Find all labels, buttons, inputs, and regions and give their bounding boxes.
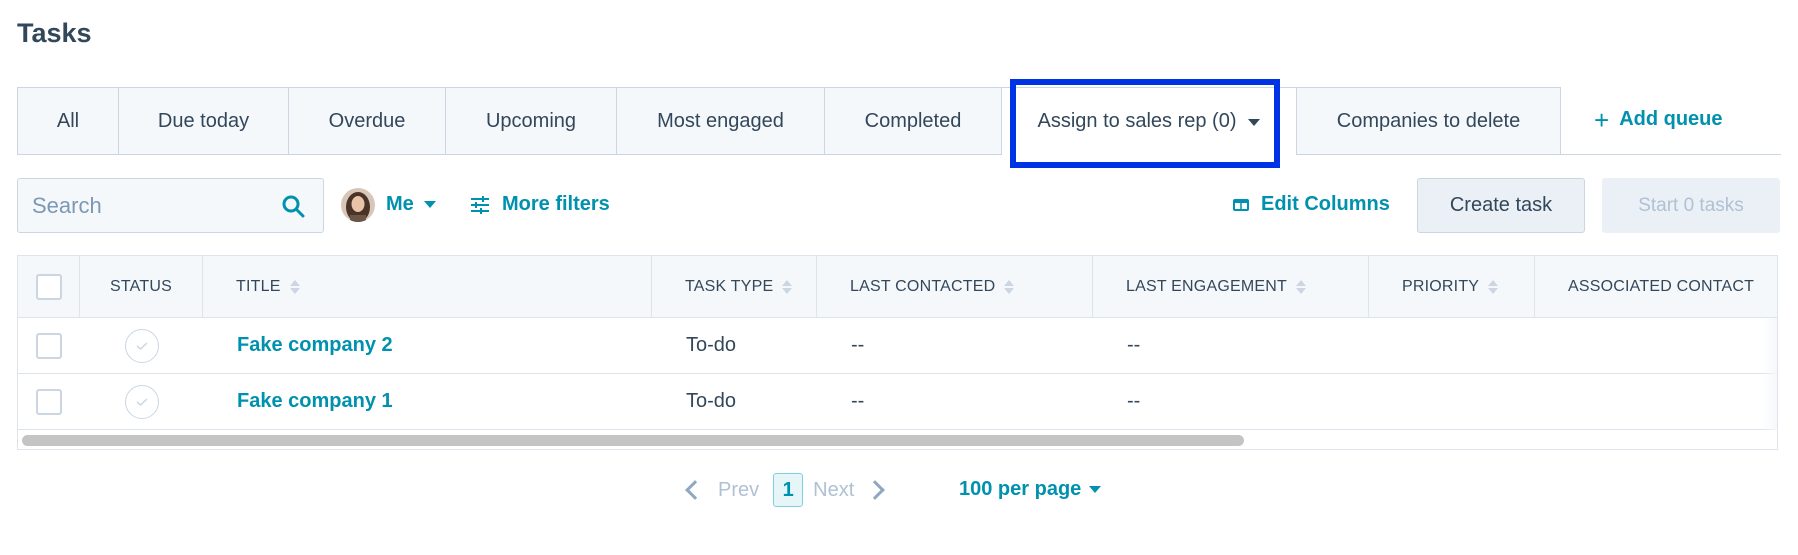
header-status: STATUS — [80, 256, 203, 317]
status-cell — [125, 374, 159, 429]
task-title-link[interactable]: Fake company 1 — [237, 374, 393, 429]
header-last-contacted[interactable]: LAST CONTACTED — [817, 256, 1093, 317]
chevron-left-icon[interactable] — [685, 480, 705, 500]
tab-assign-to-sales-rep-label: Assign to sales rep (0) — [1037, 110, 1237, 132]
table-row: Fake company 2 To-do -- -- — [18, 318, 1777, 374]
create-task-button[interactable]: Create task — [1417, 178, 1585, 233]
header-task-type[interactable]: TASK TYPE — [652, 256, 817, 317]
per-page-label: 100 per page — [959, 478, 1082, 500]
header-associated-contact: ASSOCIATED CONTACT — [1568, 277, 1755, 295]
tab-due-today[interactable]: Due today — [119, 87, 289, 155]
tab-assign-to-sales-rep[interactable]: Assign to sales rep (0) — [1002, 87, 1297, 155]
sliders-icon — [471, 195, 489, 214]
tasks-table: STATUS TITLE TASK TYPE LAST CONTACTED LA… — [17, 255, 1778, 450]
header-last-engagement-label: LAST ENGAGEMENT — [1126, 277, 1287, 295]
table-row: Fake company 1 To-do -- -- — [18, 374, 1777, 430]
complete-task-button[interactable] — [125, 328, 159, 363]
search-box — [17, 178, 324, 233]
avatar[interactable] — [341, 188, 375, 222]
edit-columns-button[interactable]: Edit Columns — [1233, 193, 1390, 216]
header-last-engagement[interactable]: LAST ENGAGEMENT — [1093, 256, 1369, 317]
scroll-shadow — [1763, 318, 1777, 430]
row-checkbox-cell — [36, 318, 62, 373]
row-checkbox[interactable] — [36, 388, 62, 415]
tab-upcoming[interactable]: Upcoming — [446, 87, 617, 155]
header-title[interactable]: TITLE — [203, 256, 652, 317]
add-queue-button[interactable]: + Add queue — [1594, 104, 1723, 135]
tab-most-engaged[interactable]: Most engaged — [617, 87, 825, 155]
sort-icon[interactable] — [1295, 279, 1306, 294]
status-cell — [125, 318, 159, 373]
checkmark-icon — [136, 341, 148, 350]
chevron-down-icon — [423, 201, 436, 208]
prev-page-button[interactable]: Prev — [718, 479, 759, 502]
task-title-link[interactable]: Fake company 2 — [237, 318, 393, 373]
checkmark-icon — [136, 397, 148, 406]
edit-columns-label: Edit Columns — [1261, 193, 1390, 215]
tab-overdue[interactable]: Overdue — [289, 87, 446, 155]
chevron-right-icon[interactable] — [865, 480, 886, 500]
add-queue-label: Add queue — [1619, 108, 1723, 130]
last-contacted-cell: -- — [851, 390, 865, 412]
tab-all[interactable]: All — [17, 87, 119, 155]
sort-icon[interactable] — [289, 279, 300, 294]
owner-filter-label: Me — [386, 193, 414, 215]
table-header: STATUS TITLE TASK TYPE LAST CONTACTED LA… — [18, 256, 1777, 318]
queue-tabs: All Due today Overdue Upcoming Most enga… — [17, 87, 1781, 155]
next-page-button[interactable]: Next — [813, 479, 854, 502]
plus-icon: + — [1594, 104, 1610, 135]
row-checkbox[interactable] — [36, 332, 62, 359]
columns-icon — [1233, 198, 1249, 211]
header-priority[interactable]: PRIORITY — [1369, 256, 1535, 317]
sort-icon[interactable] — [1488, 279, 1499, 294]
more-filters-button[interactable]: More filters — [470, 193, 610, 216]
chevron-down-icon — [1089, 486, 1102, 493]
row-checkbox-cell — [36, 374, 62, 429]
chevron-down-icon[interactable] — [1248, 119, 1261, 126]
per-page-dropdown[interactable]: 100 per page — [959, 478, 1102, 501]
header-priority-label: PRIORITY — [1402, 277, 1480, 295]
last-engagement-cell: -- — [1127, 334, 1141, 356]
owner-filter-dropdown[interactable]: Me — [386, 193, 436, 216]
scrollbar-thumb[interactable] — [22, 435, 1244, 446]
sort-icon[interactable] — [782, 279, 793, 294]
last-engagement-cell: -- — [1127, 390, 1141, 412]
pagination: Prev 1 Next — [685, 473, 886, 507]
sort-icon[interactable] — [1004, 279, 1015, 294]
select-all-cell — [18, 256, 80, 317]
search-input[interactable] — [18, 179, 268, 232]
search-icon[interactable] — [281, 194, 305, 218]
task-type-cell: To-do — [686, 334, 737, 356]
more-filters-label: More filters — [502, 193, 610, 215]
complete-task-button[interactable] — [125, 384, 159, 419]
task-type-cell: To-do — [686, 390, 737, 412]
header-task-type-label: TASK TYPE — [685, 277, 774, 295]
page-title: Tasks — [17, 18, 92, 48]
tab-companies-to-delete[interactable]: Companies to delete — [1297, 87, 1561, 155]
select-all-checkbox[interactable] — [35, 273, 62, 300]
start-tasks-button[interactable]: Start 0 tasks — [1602, 178, 1780, 233]
last-contacted-cell: -- — [851, 334, 865, 356]
header-last-contacted-label: LAST CONTACTED — [850, 277, 996, 295]
tab-completed[interactable]: Completed — [825, 87, 1002, 155]
page-number-current[interactable]: 1 — [773, 473, 804, 507]
header-title-label: TITLE — [236, 277, 281, 295]
